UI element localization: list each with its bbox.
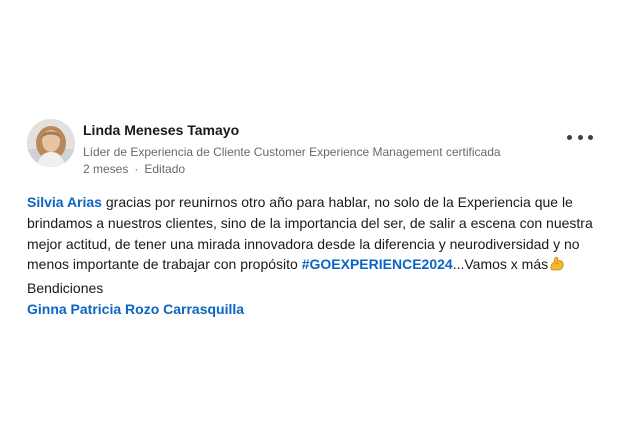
author-headline: Líder de Experiencia de Cliente Customer… [83,145,501,159]
post-line-3: mejor actitud, de tener una mirada innov… [27,235,580,252]
post-line-4: menos importante de trabajar con propósi… [27,254,587,278]
post-card: Linda Meneses Tamayo Líder de Experienci… [0,0,637,438]
post-body: Silvia Arias gracias por reunirnos otro … [27,192,593,320]
author-name[interactable]: Linda Meneses Tamayo [83,122,239,138]
meta-separator: · [134,162,139,176]
post-line-1: Silvia Arias gracias por reunirnos otro … [27,192,587,213]
post-line-2: brindamos a nuestros clientes, sino de l… [27,214,593,231]
flexed-biceps-icon [549,256,565,278]
more-options-button[interactable] [567,127,593,147]
post-text: menos importante de trabajar con propósi… [27,256,302,273]
post-meta: 2 meses · Editado [83,162,185,176]
post-line-6: Ginna Patricia Rozo Carrasquilla [27,299,587,320]
post-line-5: Bendiciones [27,280,104,297]
edited-label: Editado [144,162,186,176]
profile-photo-icon[interactable] [27,119,75,167]
post-header: Linda Meneses Tamayo Líder de Experienci… [27,119,617,179]
post-text: gracias por reunirnos otro año para habl… [101,194,573,210]
post-text: ...Vamos x más [452,256,549,273]
mention-silvia-arias[interactable]: Silvia Arias [27,194,102,210]
more-options-icon-dot [577,134,583,140]
more-options-icon [567,134,572,140]
hashtag-link[interactable]: #GOEXPERIENCE2024 [302,256,453,272]
post-time: 2 meses [83,162,129,176]
mention-ginna-rozo[interactable]: Ginna Patricia Rozo Carrasquilla [27,301,244,317]
more-options-icon-dot [588,134,593,140]
